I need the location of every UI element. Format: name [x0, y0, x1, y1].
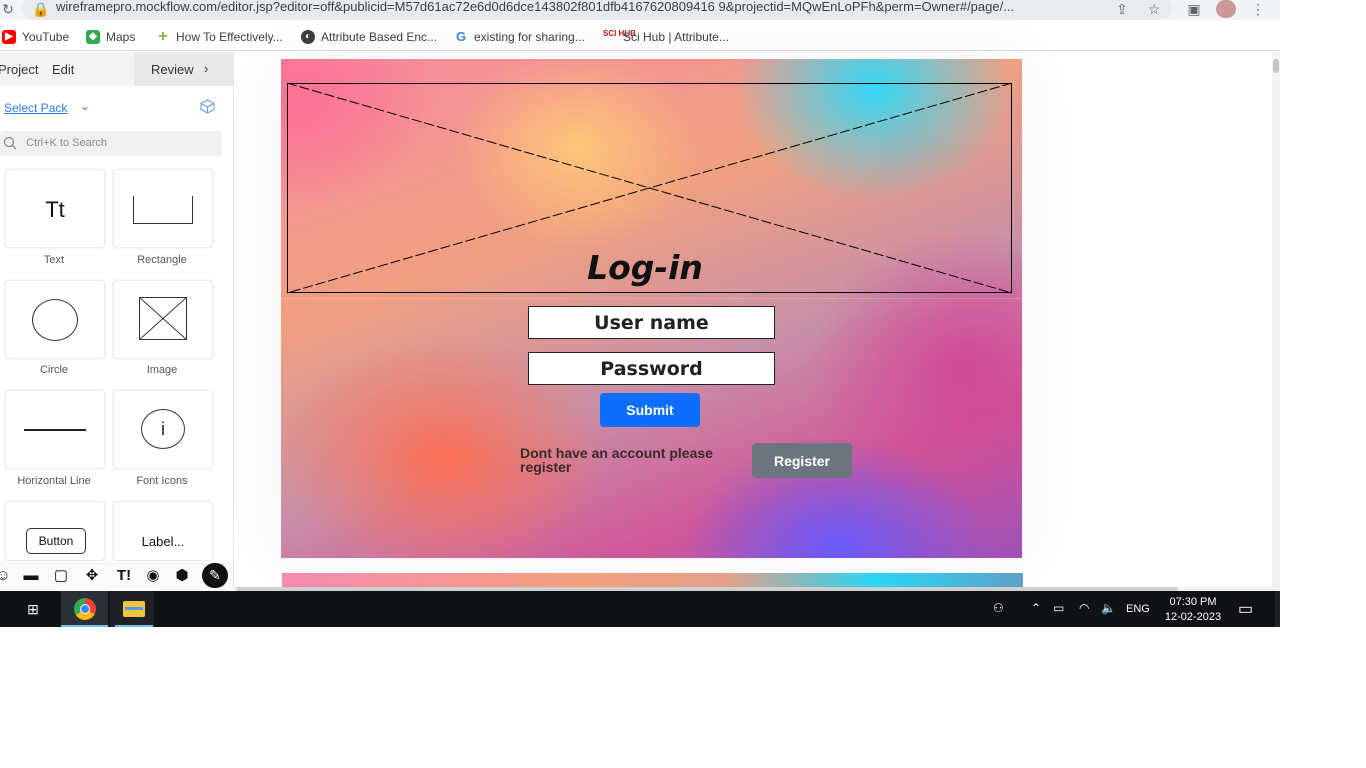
component-tool-icon[interactable]: ⬢ — [171, 566, 193, 586]
side-panel-icon[interactable]: ▣ — [1185, 0, 1203, 18]
youtube-icon: ▶ — [2, 30, 16, 44]
bookmark-scihub[interactable]: SCI HUB Sci Hub | Attribute... — [603, 29, 729, 45]
component-label-horizontal-line: Horizontal Line — [17, 475, 91, 487]
component-tile-font-icons[interactable]: i — [113, 390, 213, 469]
people-icon[interactable]: ⚇ — [993, 601, 1004, 615]
chrome-icon — [74, 598, 96, 620]
url-text[interactable]: wireframepro.mockflow.com/editor.jsp?edi… — [56, 0, 1102, 14]
brush-tool-icon[interactable]: ✎ — [202, 563, 228, 588]
chevron-right-icon[interactable]: › — [204, 61, 208, 76]
tray-chevron-up-icon[interactable]: ⌃ — [1031, 601, 1041, 615]
search-icon — [3, 136, 17, 150]
profile-avatar[interactable] — [1216, 0, 1236, 18]
component-label-circle: Circle — [39, 364, 69, 376]
notifications-icon[interactable]: ▭ — [1238, 599, 1253, 619]
target-tool-icon[interactable]: ◉ — [142, 566, 164, 586]
task-view-icon[interactable]: ⊞ — [24, 601, 42, 617]
label-icon: Label... — [141, 534, 185, 549]
search-placeholder: Ctrl+K to Search — [26, 137, 108, 149]
component-tile-circle[interactable] — [5, 280, 105, 359]
page-title: Log-in — [587, 248, 703, 287]
lock-icon[interactable]: 🔒 — [32, 0, 49, 18]
component-tile-label[interactable]: Label... — [113, 501, 213, 561]
password-field[interactable]: Password — [528, 352, 775, 385]
menu-edit[interactable]: Edit — [52, 62, 74, 77]
component-label-image: Image — [146, 364, 178, 376]
more-menu-icon[interactable]: ⋮ — [1250, 0, 1266, 18]
rectangle-tool-icon[interactable]: ▢ — [50, 566, 72, 586]
reload-icon[interactable]: ↻ — [0, 0, 16, 18]
menu-project[interactable]: Project — [0, 62, 38, 77]
select-pack-dropdown[interactable]: Select Pack — [4, 101, 67, 115]
explorer-active-indicator — [115, 625, 153, 627]
scihub-icon: SCI HUB — [603, 29, 636, 38]
component-label-font-icons: Font Icons — [136, 475, 188, 487]
share-icon[interactable]: ⇪ — [1113, 0, 1131, 18]
text-tool-icon: Tt — [45, 197, 65, 222]
no-account-text: Dont have an account please register — [520, 445, 713, 475]
emoji-icon[interactable]: ☺ — [0, 566, 14, 586]
chevron-down-icon[interactable]: ⌄ — [80, 99, 90, 113]
component-label-text: Text — [43, 254, 65, 266]
plus-icon: + — [158, 28, 168, 45]
cube-icon[interactable] — [200, 99, 215, 114]
language-indicator[interactable]: ENG — [1126, 603, 1150, 615]
component-tile-rectangle[interactable] — [113, 169, 213, 248]
artboard-divider — [281, 298, 1022, 299]
clock-date: 12-02-2023 — [1164, 611, 1222, 623]
button-icon: Button — [26, 528, 86, 554]
google-icon: G — [455, 29, 467, 44]
chrome-active-indicator — [61, 625, 108, 627]
clock-time: 07:30 PM — [1169, 596, 1217, 608]
bookmark-star-icon[interactable]: ☆ — [1145, 0, 1163, 18]
submit-button[interactable]: Submit — [600, 393, 700, 427]
username-field[interactable]: User name — [528, 306, 775, 339]
horizontal-line-icon — [24, 429, 86, 431]
line-tool-icon[interactable]: ▬ — [20, 566, 42, 586]
bookmark-existing[interactable]: G existing for sharing... — [454, 29, 585, 45]
image-placeholder-icon — [139, 297, 187, 340]
bookmark-attribute[interactable]: ◐ Attribute Based Enc... — [301, 29, 437, 45]
rectangle-icon — [133, 196, 193, 224]
circle-icon — [32, 299, 78, 341]
maps-icon: ◆ — [86, 30, 100, 44]
component-label-rectangle: Rectangle — [137, 254, 187, 266]
show-desktop-button[interactable] — [1275, 591, 1280, 627]
component-tile-horizontal-line[interactable] — [5, 390, 105, 469]
globe-icon: ◐ — [301, 30, 315, 44]
folder-icon — [123, 601, 145, 617]
move-tool-icon[interactable]: ✥ — [81, 566, 103, 586]
bookmark-how-to[interactable]: + How To Effectively... — [156, 28, 282, 45]
component-tile-text[interactable]: Tt — [5, 169, 105, 248]
component-tile-image[interactable] — [113, 280, 213, 359]
bookmark-youtube[interactable]: ▶ YouTube — [2, 29, 69, 45]
vertical-scroll-thumb[interactable] — [1273, 59, 1279, 73]
info-icon: i — [141, 409, 185, 449]
taskbar-clock[interactable]: 07:30 PM 12-02-2023 — [1160, 595, 1226, 625]
volume-icon[interactable]: 🔈 — [1101, 601, 1116, 615]
component-tile-button[interactable]: Button — [5, 501, 105, 561]
text-tool-quick-icon[interactable]: T! — [113, 566, 135, 586]
register-button[interactable]: Register — [752, 443, 852, 478]
menu-review[interactable]: Review — [151, 62, 194, 77]
bookmark-maps[interactable]: ◆ Maps — [86, 29, 135, 45]
wifi-icon[interactable]: ◠ — [1079, 601, 1089, 615]
vertical-scrollbar[interactable] — [1272, 52, 1280, 588]
battery-icon[interactable]: ▭ — [1053, 601, 1064, 615]
